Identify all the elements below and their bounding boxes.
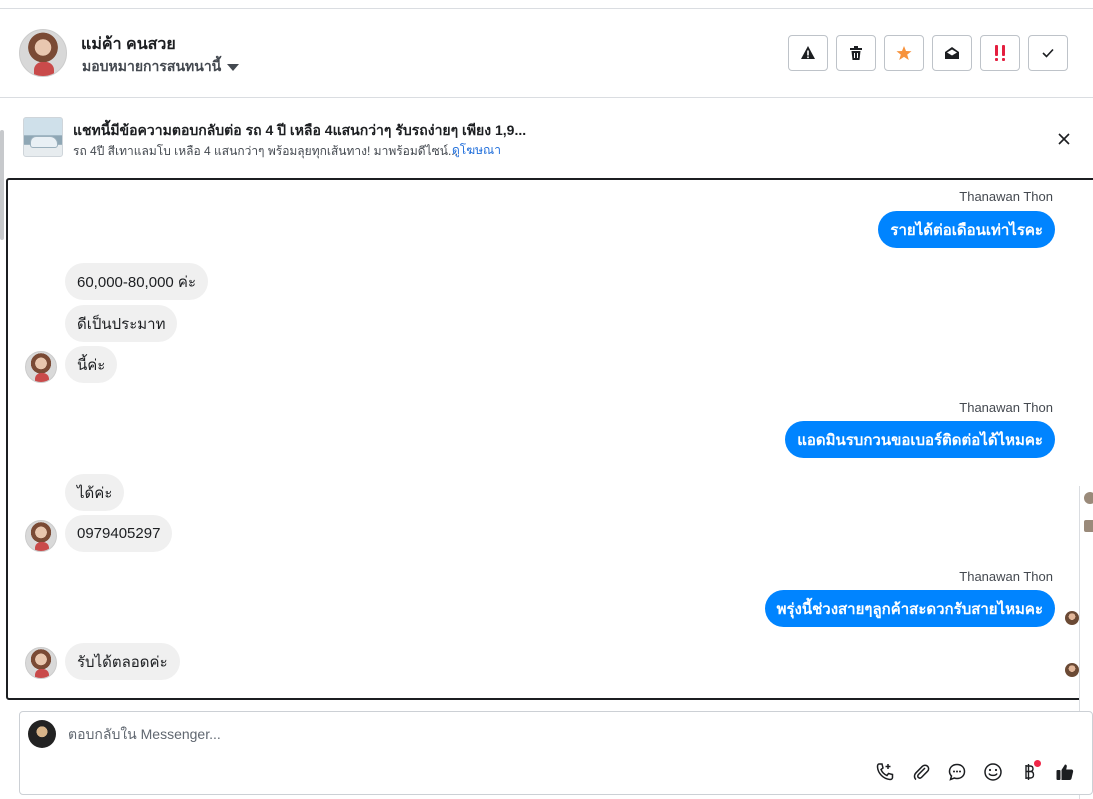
caret-down-icon (227, 63, 240, 71)
contact-name[interactable]: แม่ค้า คนสวย (81, 32, 176, 57)
message-bubble-incoming[interactable]: รับได้ตลอดค่ะ (65, 643, 180, 680)
reply-input[interactable] (68, 726, 768, 742)
reply-composer (19, 711, 1093, 795)
contact-avatar[interactable] (19, 29, 67, 77)
message-thread: Thanawan Thon รายได้ต่อเดือนเท่าไรคะ 60,… (6, 178, 1093, 700)
sender-name: Thanawan Thon (959, 569, 1053, 584)
mark-done-button[interactable] (1028, 35, 1068, 71)
header-actions (788, 35, 1068, 71)
saved-reply-icon (948, 763, 966, 781)
close-banner-button[interactable] (1054, 129, 1074, 149)
star-icon (896, 46, 912, 60)
sender-name: Thanawan Thon (959, 400, 1053, 415)
saved-reply-button[interactable] (945, 760, 969, 784)
page-avatar (28, 720, 56, 748)
like-icon (1056, 764, 1074, 780)
message-bubble-incoming[interactable]: นี้ค่ะ (65, 346, 118, 383)
left-scrollbar[interactable] (0, 130, 4, 240)
conversation-header: แม่ค้า คนสวย มอบหมายการสนทนานี้ (0, 9, 1093, 98)
contact-avatar[interactable] (25, 351, 57, 383)
ad-title: แชทนี้มีข้อความตอบกลับต่อ รถ 4 ปี เหลือ … (73, 122, 527, 138)
star-button[interactable] (884, 35, 924, 71)
notification-dot (1034, 760, 1041, 767)
assign-label: มอบหมายการสนทนานี้ (82, 58, 222, 74)
ad-context-banner: แชทนี้มีข้อความตอบกลับต่อ รถ 4 ปี เหลือ … (0, 99, 1093, 167)
contact-avatar[interactable] (25, 520, 57, 552)
double-exclamation-icon (995, 45, 1005, 61)
call-icon (876, 763, 894, 781)
open-envelope-icon (945, 47, 959, 59)
attach-button[interactable] (909, 760, 933, 784)
message-bubble-incoming[interactable]: 0979405297 (65, 515, 173, 552)
payment-button[interactable] (1017, 760, 1041, 784)
message-bubble-outgoing[interactable]: พรุ่งนี้ช่วงสายๆลูกค้าสะดวกรับสายไหมคะ (764, 590, 1055, 627)
emoji-button[interactable] (981, 760, 1005, 784)
composer-tools (873, 760, 1077, 784)
emoji-icon (984, 763, 1002, 781)
trash-icon (850, 46, 862, 60)
warning-icon (801, 46, 815, 59)
follow-up-button[interactable] (980, 35, 1020, 71)
contact-avatar[interactable] (25, 647, 57, 679)
seen-receipt-avatar (1065, 663, 1079, 677)
ad-thumbnail[interactable] (23, 117, 63, 157)
message-bubble-incoming[interactable]: 60,000-80,000 ค่ะ (65, 263, 209, 300)
call-button[interactable] (873, 760, 897, 784)
ad-description: รถ 4ปี สีเทาแลมโบ เหลือ 4 แสนกว่าๆ พร้อม… (73, 144, 458, 158)
close-icon (1058, 133, 1070, 145)
message-bubble-outgoing[interactable]: แอดมินรบกวนขอเบอร์ติดต่อได้ไหมคะ (785, 421, 1055, 458)
attach-icon (913, 764, 930, 781)
assign-conversation-dropdown[interactable]: มอบหมายการสนทนานี้ (82, 56, 240, 78)
sender-name: Thanawan Thon (959, 189, 1053, 204)
view-ad-link[interactable]: ดูโฆษณา (452, 141, 501, 160)
spam-button[interactable] (788, 35, 828, 71)
like-button[interactable] (1053, 760, 1077, 784)
message-bubble-outgoing[interactable]: รายได้ต่อเดือนเท่าไรคะ (878, 211, 1055, 248)
delete-button[interactable] (836, 35, 876, 71)
message-bubble-incoming[interactable]: ดีเป็นประมาท (65, 305, 178, 342)
check-icon (1042, 48, 1054, 58)
mark-unread-button[interactable] (932, 35, 972, 71)
seen-receipt-avatar (1065, 611, 1079, 625)
message-bubble-incoming[interactable]: ได้ค่ะ (65, 474, 125, 511)
